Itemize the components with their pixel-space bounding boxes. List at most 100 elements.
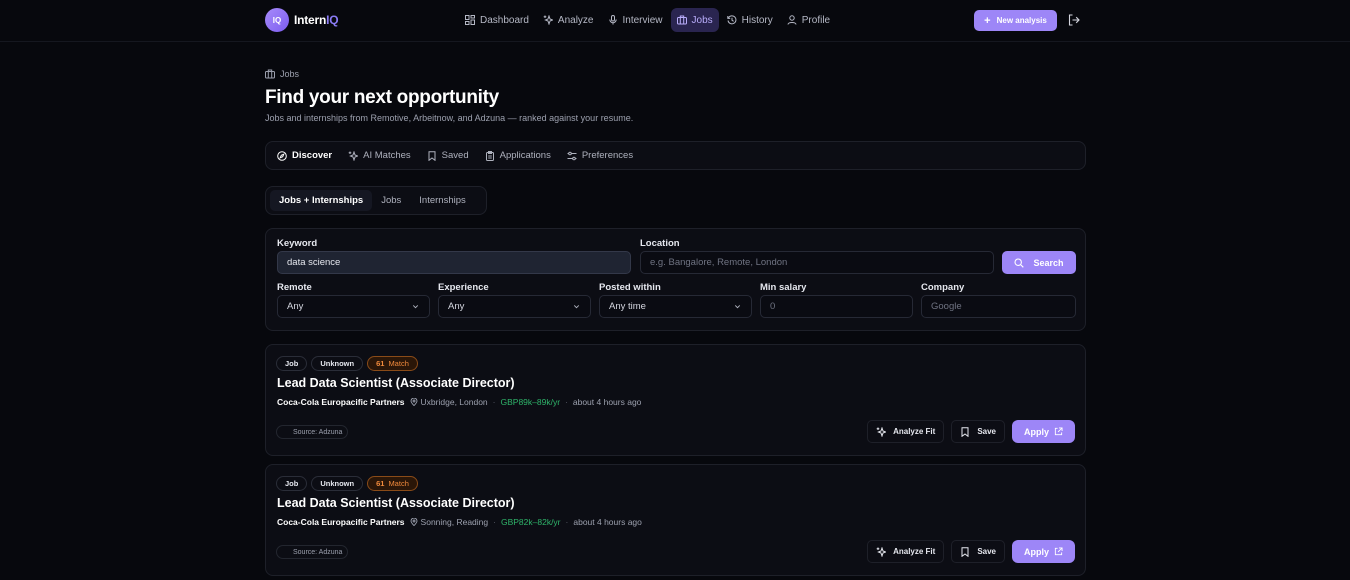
brand[interactable]: IQ InternIQ bbox=[265, 8, 339, 32]
segment-jobs[interactable]: Jobs bbox=[372, 190, 410, 211]
nav-jobs[interactable]: Jobs bbox=[670, 8, 719, 32]
bookmark-icon bbox=[961, 546, 969, 557]
analyze-fit-button[interactable]: Analyze Fit bbox=[867, 420, 945, 443]
tab-applications[interactable]: Applications bbox=[478, 145, 558, 166]
page-subtitle: Jobs and internships from Remotive, Arbe… bbox=[265, 113, 634, 123]
job-card[interactable]: Job Unknown 61 Match Lead Data Scientist … bbox=[265, 344, 1086, 456]
brand-name: InternIQ bbox=[294, 13, 339, 27]
job-badges: Job Unknown 61 Match bbox=[276, 476, 418, 491]
tab-preferences[interactable]: Preferences bbox=[560, 145, 640, 166]
work-mode-badge: Unknown bbox=[311, 476, 364, 491]
external-link-icon bbox=[1054, 427, 1063, 436]
top-nav: IQ InternIQ Dashboard Analyze Interview … bbox=[0, 0, 1350, 42]
external-link-icon bbox=[1054, 547, 1063, 556]
nav-dashboard[interactable]: Dashboard bbox=[459, 8, 535, 32]
location-label: Location bbox=[640, 238, 680, 249]
job-actions: Analyze Fit Save Apply bbox=[867, 540, 1075, 563]
mic-icon bbox=[608, 15, 617, 25]
breadcrumb: Jobs bbox=[265, 69, 299, 79]
job-location: Uxbridge, London bbox=[410, 397, 488, 407]
new-analysis-button[interactable]: + New analysis bbox=[974, 10, 1057, 31]
nav-history[interactable]: History bbox=[721, 8, 779, 32]
job-type-segmented-control: Jobs + Internships Jobs Internships bbox=[265, 186, 487, 215]
job-type-badge: Job bbox=[276, 356, 308, 371]
company-input[interactable] bbox=[921, 295, 1076, 318]
job-title[interactable]: Lead Data Scientist (Associate Director) bbox=[277, 376, 515, 390]
min-salary-label: Min salary bbox=[760, 282, 807, 293]
keyword-input[interactable] bbox=[277, 251, 631, 274]
job-salary: GBP82k–82k/yr bbox=[500, 517, 561, 527]
sparkles-icon bbox=[876, 546, 887, 557]
chevron-down-icon bbox=[412, 305, 419, 309]
experience-label: Experience bbox=[438, 282, 489, 293]
briefcase-icon bbox=[265, 69, 275, 79]
search-button[interactable]: Search bbox=[1002, 251, 1076, 274]
grid-icon bbox=[465, 15, 475, 25]
compass-icon bbox=[277, 150, 287, 161]
briefcase-icon bbox=[676, 15, 687, 25]
map-pin-icon bbox=[410, 398, 417, 406]
page-title: Find your next opportunity bbox=[265, 87, 499, 108]
user-icon bbox=[787, 15, 797, 25]
apply-button[interactable]: Apply bbox=[1012, 420, 1075, 443]
company-label: Company bbox=[921, 282, 965, 293]
remote-select[interactable]: Any bbox=[277, 295, 430, 318]
plus-icon: + bbox=[984, 14, 991, 27]
company-name: Coca-Cola Europacific Partners bbox=[277, 397, 405, 407]
bookmark-icon bbox=[961, 426, 969, 437]
job-card[interactable]: Job Unknown 61 Match Lead Data Scientist … bbox=[265, 464, 1086, 576]
separator: · bbox=[493, 517, 496, 527]
sliders-icon bbox=[567, 151, 577, 160]
bookmark-icon bbox=[428, 150, 436, 161]
map-pin-icon bbox=[410, 518, 417, 526]
logout-icon[interactable] bbox=[1068, 14, 1080, 26]
tab-saved[interactable]: Saved bbox=[420, 145, 476, 166]
source-badge: Source: Adzuna bbox=[276, 425, 349, 439]
match-badge: 61 Match bbox=[367, 476, 418, 491]
search-panel: Keyword Location Search Remote Any Exper… bbox=[265, 228, 1086, 331]
company-name: Coca-Cola Europacific Partners bbox=[277, 517, 405, 527]
save-job-button[interactable]: Save bbox=[951, 420, 1005, 443]
job-meta: Coca-Cola Europacific Partners Sonning, … bbox=[277, 517, 642, 527]
jobs-tabs: Discover AI Matches Saved Applications P… bbox=[265, 141, 1086, 170]
job-type-badge: Job bbox=[276, 476, 308, 491]
job-actions: Analyze Fit Save Apply bbox=[867, 420, 1075, 443]
history-icon bbox=[726, 15, 737, 25]
save-job-button[interactable]: Save bbox=[951, 540, 1005, 563]
source-badge: Source: Adzuna bbox=[276, 545, 349, 559]
segment-internships[interactable]: Internships bbox=[410, 190, 474, 211]
posted-time: about 4 hours ago bbox=[572, 397, 642, 407]
match-badge: 61 Match bbox=[367, 356, 418, 371]
work-mode-badge: Unknown bbox=[311, 356, 364, 371]
sparkles-icon bbox=[348, 150, 359, 161]
clipboard-icon bbox=[485, 150, 494, 161]
posted-time: about 4 hours ago bbox=[573, 517, 642, 527]
tab-discover[interactable]: Discover bbox=[270, 145, 339, 166]
nav-links: Dashboard Analyze Interview Jobs History… bbox=[459, 8, 836, 32]
separator: · bbox=[565, 517, 569, 527]
nav-profile[interactable]: Profile bbox=[781, 8, 836, 32]
remote-label: Remote bbox=[277, 282, 312, 293]
job-meta: Coca-Cola Europacific Partners Uxbridge,… bbox=[277, 397, 641, 407]
sparkles-icon bbox=[543, 15, 553, 25]
posted-within-select[interactable]: Any time bbox=[599, 295, 752, 318]
chevron-down-icon bbox=[573, 305, 580, 309]
tab-ai-matches[interactable]: AI Matches bbox=[341, 145, 418, 166]
chevron-down-icon bbox=[734, 305, 741, 309]
experience-select[interactable]: Any bbox=[438, 295, 591, 318]
job-title[interactable]: Lead Data Scientist (Associate Director) bbox=[277, 496, 515, 510]
nav-analyze[interactable]: Analyze bbox=[537, 8, 600, 32]
apply-button[interactable]: Apply bbox=[1012, 540, 1075, 563]
brand-logo: IQ bbox=[265, 8, 289, 32]
analyze-fit-button[interactable]: Analyze Fit bbox=[867, 540, 945, 563]
job-salary: GBP89k–89k/yr bbox=[500, 397, 561, 407]
separator: · bbox=[492, 397, 496, 407]
segment-jobs-internships[interactable]: Jobs + Internships bbox=[270, 190, 373, 211]
separator: · bbox=[565, 397, 568, 407]
nav-interview[interactable]: Interview bbox=[602, 8, 669, 32]
posted-within-label: Posted within bbox=[599, 282, 661, 293]
location-input[interactable] bbox=[640, 251, 994, 274]
job-location: Sonning, Reading bbox=[410, 517, 488, 527]
min-salary-input[interactable] bbox=[760, 295, 913, 318]
job-badges: Job Unknown 61 Match bbox=[276, 356, 418, 371]
